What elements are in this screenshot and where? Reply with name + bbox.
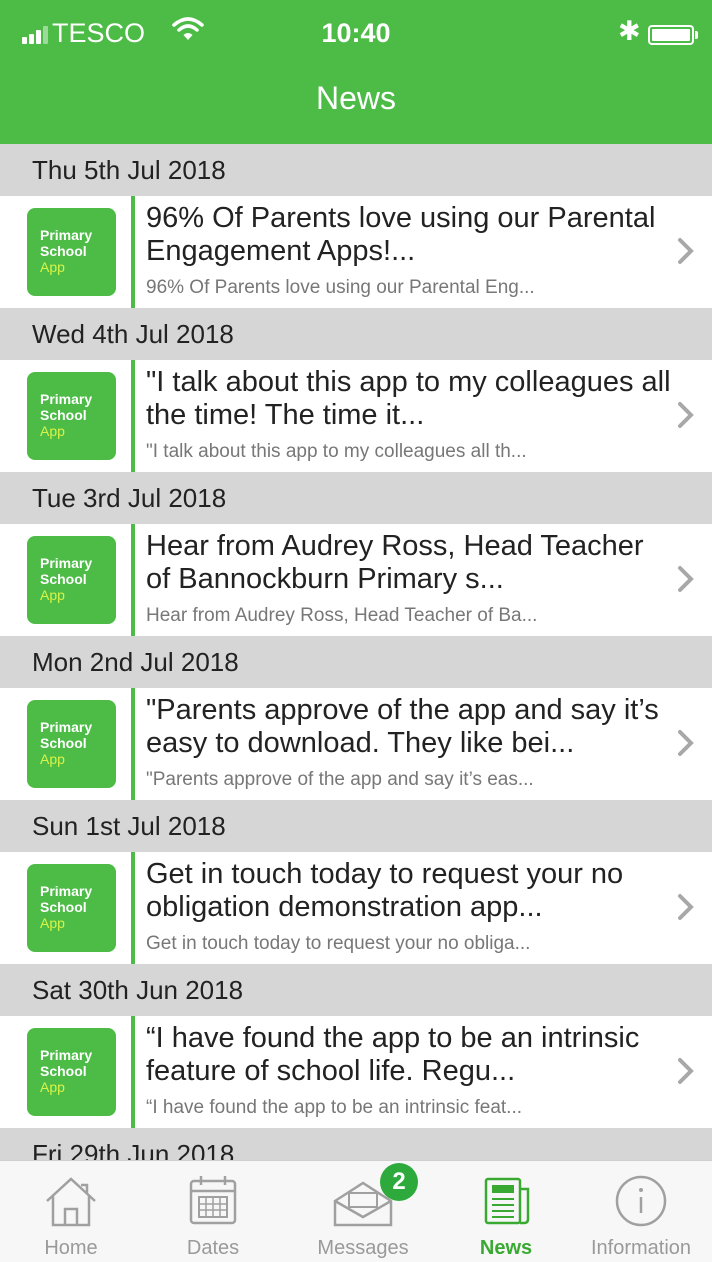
newspaper-icon — [484, 1177, 530, 1225]
primary-school-app-logo: Primary School App — [27, 536, 116, 624]
tab-messages[interactable]: 2 Messages — [284, 1161, 442, 1262]
news-item[interactable]: Primary School App "I talk about this ap… — [0, 360, 712, 472]
tab-information[interactable]: Information — [570, 1161, 712, 1262]
battery-icon — [648, 25, 694, 45]
accent-bar — [131, 360, 135, 472]
news-item[interactable]: Primary School App "Parents approve of t… — [0, 688, 712, 800]
tab-label: Home — [44, 1237, 98, 1259]
news-headline: 96% Of Parents love using our Parental E… — [146, 202, 656, 267]
date-header: Wed 4th Jul 2018 — [0, 308, 712, 360]
news-preview: 96% Of Parents love using our Parental E… — [146, 277, 535, 298]
bluetooth-icon: ✱ — [618, 16, 641, 46]
date-header: Sat 30th Jun 2018 — [0, 964, 712, 1016]
news-headline: Get in touch today to request your no ob… — [146, 858, 624, 923]
news-preview: "Parents approve of the app and say it’s… — [146, 769, 534, 790]
primary-school-app-logo: Primary School App — [27, 1028, 116, 1116]
primary-school-app-logo: Primary School App — [27, 864, 116, 952]
page-title: News — [315, 80, 396, 116]
news-headline: “I have found the app to be an intrinsic… — [146, 1022, 640, 1087]
news-section: Sat 30th Jun 2018 Primary School App “I … — [0, 964, 712, 1128]
tab-label: Information — [590, 1237, 692, 1259]
date-header: Thu 5th Jul 2018 — [0, 144, 712, 196]
accent-bar — [131, 196, 135, 308]
tab-label: Messages — [317, 1237, 409, 1259]
tab-label: News — [479, 1237, 533, 1259]
chevron-right-icon — [678, 894, 694, 920]
news-preview: "I talk about this app to my colleagues … — [146, 441, 527, 462]
tab-dates[interactable]: Dates — [142, 1161, 284, 1262]
chevron-right-icon — [678, 730, 694, 756]
news-item[interactable]: Primary School App Get in touch today to… — [0, 852, 712, 964]
chevron-right-icon — [678, 1058, 694, 1084]
news-section: Sun 1st Jul 2018 Primary School App Get … — [0, 800, 712, 964]
info-icon — [615, 1175, 667, 1227]
primary-school-app-logo: Primary School App — [27, 700, 116, 788]
accent-bar — [131, 1016, 135, 1128]
news-headline: "I talk about this app to my colleagues … — [146, 366, 671, 431]
news-section: Mon 2nd Jul 2018 Primary School App "Par… — [0, 636, 712, 800]
news-section: Tue 3rd Jul 2018 Primary School App Hear… — [0, 472, 712, 636]
status-time: 10:40 — [321, 18, 391, 48]
accent-bar — [131, 852, 135, 964]
news-section: Fri 29th Jun 2018 — [0, 1128, 712, 1160]
news-headline: "Parents approve of the app and say it’s… — [146, 694, 659, 759]
news-list[interactable]: Thu 5th Jul 2018 Primary School App 96% … — [0, 144, 712, 1160]
messages-badge: 2 — [380, 1163, 418, 1201]
chevron-right-icon — [678, 402, 694, 428]
battery-tip — [695, 31, 698, 39]
news-preview: Get in touch today to request your no ob… — [146, 933, 531, 954]
date-header: Tue 3rd Jul 2018 — [0, 472, 712, 524]
chevron-right-icon — [678, 238, 694, 264]
tab-bar: Home Dates 2 Messages News Information — [0, 1160, 712, 1262]
news-item[interactable]: Primary School App Hear from Audrey Ross… — [0, 524, 712, 636]
status-bar: TESCO 10:40 ✱ — [0, 12, 712, 60]
date-header: Mon 2nd Jul 2018 — [0, 636, 712, 688]
primary-school-app-logo: Primary School App — [27, 372, 116, 460]
news-item[interactable]: Primary School App 96% Of Parents love u… — [0, 196, 712, 308]
accent-bar — [131, 524, 135, 636]
accent-bar — [131, 688, 135, 800]
app-header: TESCO 10:40 ✱ News — [0, 0, 712, 144]
date-header: Sun 1st Jul 2018 — [0, 800, 712, 852]
news-item[interactable]: Primary School App “I have found the app… — [0, 1016, 712, 1128]
news-section: Wed 4th Jul 2018 Primary School App "I t… — [0, 308, 712, 472]
date-header: Fri 29th Jun 2018 — [0, 1128, 712, 1160]
tab-news[interactable]: News — [442, 1161, 570, 1262]
tab-label: Dates — [186, 1237, 240, 1259]
tab-home[interactable]: Home — [0, 1161, 142, 1262]
news-preview: “I have found the app to be an intrinsic… — [146, 1097, 523, 1118]
house-icon — [46, 1177, 96, 1227]
news-preview: Hear from Audrey Ross, Head Teacher of B… — [146, 605, 538, 626]
chevron-right-icon — [678, 566, 694, 592]
primary-school-app-logo: Primary School App — [27, 208, 116, 296]
news-headline: Hear from Audrey Ross, Head Teacher of B… — [146, 530, 644, 595]
calendar-icon — [189, 1176, 237, 1225]
news-section: Thu 5th Jul 2018 Primary School App 96% … — [0, 144, 712, 308]
